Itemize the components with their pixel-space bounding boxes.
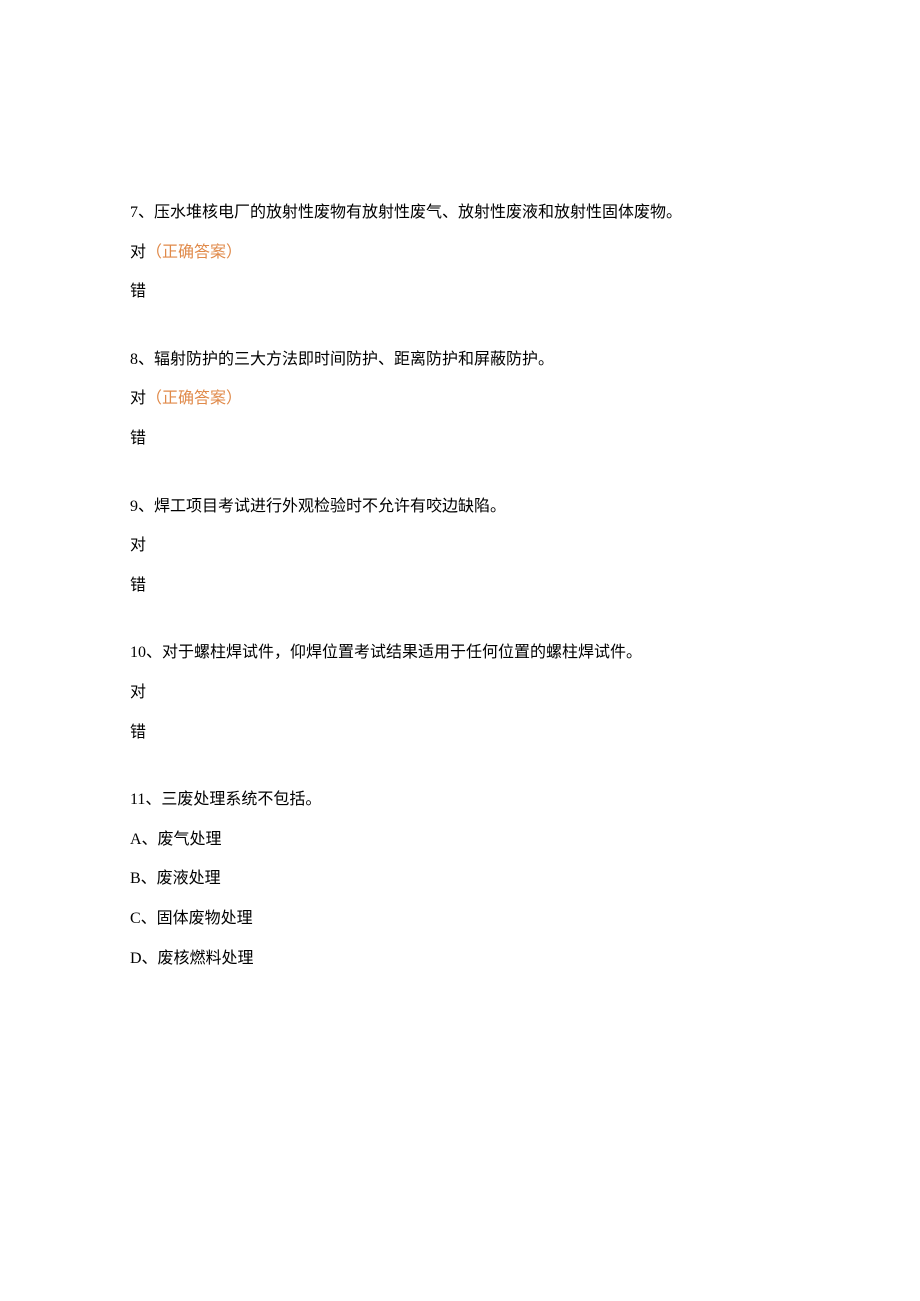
question-block: 10、对于螺柱焊试件，仰焊位置考试结果适用于任何位置的螺柱焊试件。 对 错 — [130, 640, 790, 745]
question-block: 9、焊工项目考试进行外观检验时不允许有咬边缺陷。 对 错 — [130, 494, 790, 599]
answer-option: 对 — [130, 680, 790, 706]
option-label: 对 — [130, 684, 146, 701]
option-label: 错 — [130, 724, 146, 741]
option-label: 错 — [130, 577, 146, 594]
answer-option: 对 — [130, 533, 790, 559]
question-body: 三废处理系统不包括。 — [161, 791, 321, 808]
option-label: C、固体废物处理 — [130, 910, 253, 927]
answer-option: 对（正确答案） — [130, 386, 790, 412]
question-text: 10、对于螺柱焊试件，仰焊位置考试结果适用于任何位置的螺柱焊试件。 — [130, 640, 790, 666]
page-content: 7、压水堆核电厂的放射性废物有放射性废气、放射性废液和放射性固体废物。 对（正确… — [0, 0, 920, 1113]
question-text: 8、辐射防护的三大方法即时间防护、距离防护和屏蔽防护。 — [130, 347, 790, 373]
question-block: 8、辐射防护的三大方法即时间防护、距离防护和屏蔽防护。 对（正确答案） 错 — [130, 347, 790, 452]
answer-option: 错 — [130, 279, 790, 305]
option-label: 错 — [130, 430, 146, 447]
answer-option: 对（正确答案） — [130, 240, 790, 266]
option-label: D、废核燃料处理 — [130, 950, 254, 967]
question-number: 8、 — [130, 351, 154, 368]
question-number: 10、 — [130, 644, 162, 661]
question-block: 7、压水堆核电厂的放射性废物有放射性废气、放射性废液和放射性固体废物。 对（正确… — [130, 200, 790, 305]
question-body: 压水堆核电厂的放射性废物有放射性废气、放射性废液和放射性固体废物。 — [154, 204, 682, 221]
answer-option: 错 — [130, 720, 790, 746]
answer-option: 错 — [130, 573, 790, 599]
question-number: 11、 — [130, 791, 161, 808]
answer-option: A、废气处理 — [130, 827, 790, 853]
question-body: 辐射防护的三大方法即时间防护、距离防护和屏蔽防护。 — [154, 351, 554, 368]
answer-option: D、废核燃料处理 — [130, 946, 790, 972]
question-number: 7、 — [130, 204, 154, 221]
question-body: 对于螺柱焊试件，仰焊位置考试结果适用于任何位置的螺柱焊试件。 — [162, 644, 642, 661]
option-label: 对 — [130, 537, 146, 554]
answer-option: C、固体废物处理 — [130, 906, 790, 932]
option-label: 对 — [130, 390, 146, 407]
correct-answer-marker: （正确答案） — [146, 244, 242, 261]
question-text: 7、压水堆核电厂的放射性废物有放射性废气、放射性废液和放射性固体废物。 — [130, 200, 790, 226]
correct-answer-marker: （正确答案） — [146, 390, 242, 407]
question-text: 9、焊工项目考试进行外观检验时不允许有咬边缺陷。 — [130, 494, 790, 520]
question-block: 11、三废处理系统不包括。 A、废气处理 B、废液处理 C、固体废物处理 D、废… — [130, 787, 790, 971]
option-label: A、废气处理 — [130, 831, 222, 848]
option-label: 对 — [130, 244, 146, 261]
question-text: 11、三废处理系统不包括。 — [130, 787, 790, 813]
answer-option: B、废液处理 — [130, 866, 790, 892]
answer-option: 错 — [130, 426, 790, 452]
question-number: 9、 — [130, 498, 154, 515]
option-label: 错 — [130, 283, 146, 300]
question-body: 焊工项目考试进行外观检验时不允许有咬边缺陷。 — [154, 498, 506, 515]
option-label: B、废液处理 — [130, 870, 221, 887]
